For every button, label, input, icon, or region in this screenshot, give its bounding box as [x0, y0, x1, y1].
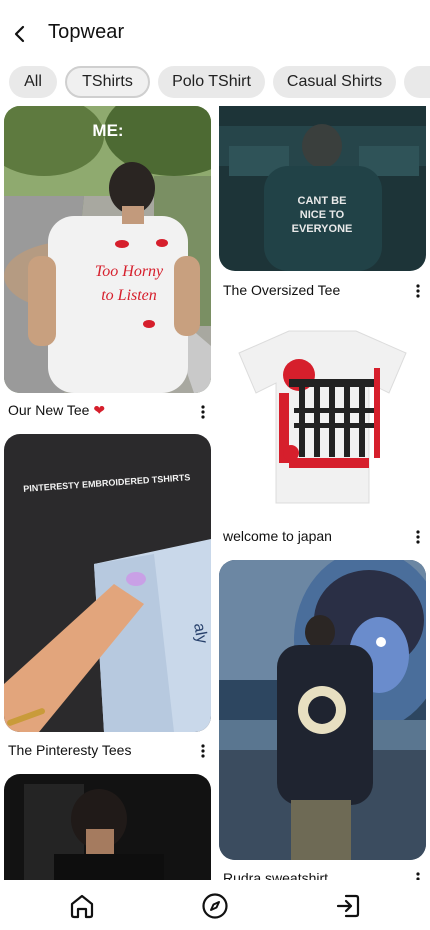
pinteresty-photo: PINTERESTY EMBROIDERED TSHIRTS aly — [4, 434, 211, 732]
pin-image[interactable]: Too Horny to Listen ME: — [4, 106, 211, 393]
pin-image[interactable]: PINTERESTY EMBROIDERED TSHIRTS aly — [4, 434, 211, 732]
back-button[interactable] — [8, 20, 32, 48]
pin-title: Rudra sweatshirt — [223, 870, 329, 880]
pin-card-oversized-tee[interactable]: CANT BE NICE TO EVERYONE The Oversized T… — [219, 106, 426, 301]
chip-casual-shirts[interactable]: Casual Shirts — [273, 66, 396, 98]
svg-text:aly: aly — [190, 622, 210, 645]
svg-text:CANT BE: CANT BE — [298, 195, 347, 207]
pin-title: welcome to japan — [223, 528, 332, 544]
pin-card-welcome-to-japan[interactable]: welcome to japan — [219, 313, 426, 551]
svg-text:EVERYONE: EVERYONE — [292, 223, 353, 235]
pin-title: The Oversized Tee — [223, 282, 341, 298]
chip-more[interactable] — [404, 66, 430, 98]
rudra-photo — [219, 560, 426, 860]
more-vertical-icon — [416, 872, 420, 880]
pin-image[interactable] — [4, 774, 211, 880]
more-vertical-icon — [416, 530, 420, 544]
sign-out-icon — [336, 894, 360, 918]
app-header: Topwear — [0, 0, 430, 64]
svg-text:Too Horny: Too Horny — [95, 263, 164, 280]
pin-title: The Pinteresty Tees — [8, 742, 132, 758]
pin-card-our-new-tee[interactable]: Too Horny to Listen ME: Our New Tee ❤ — [4, 106, 211, 426]
home-icon — [70, 894, 94, 919]
page-title: Topwear — [48, 21, 125, 43]
more-options-button[interactable] — [410, 871, 426, 880]
bottom-nav — [0, 880, 430, 930]
nav-logout[interactable] — [332, 890, 364, 922]
nav-home[interactable] — [66, 890, 98, 922]
chevron-left-icon — [14, 25, 25, 43]
more-vertical-icon — [201, 744, 205, 758]
more-vertical-icon — [416, 284, 420, 298]
pin-title: Our New Tee ❤ — [8, 402, 106, 418]
nav-explore[interactable] — [199, 890, 231, 922]
svg-text:to Listen: to Listen — [101, 287, 157, 304]
oversized-tee-photo: CANT BE NICE TO EVERYONE — [219, 106, 426, 271]
japan-tee-photo — [219, 313, 426, 518]
category-chips: All TShirts Polo TShirt Casual Shirts — [0, 66, 430, 98]
pin-card-pinteresty-tees[interactable]: PINTERESTY EMBROIDERED TSHIRTS aly The P… — [4, 434, 211, 764]
pin-feed: Too Horny to Listen ME: Our New Tee ❤ CA — [0, 106, 430, 880]
more-options-button[interactable] — [410, 283, 426, 299]
pin-image[interactable] — [219, 560, 426, 860]
more-options-button[interactable] — [195, 743, 211, 759]
pin-image[interactable]: CANT BE NICE TO EVERYONE — [219, 106, 426, 271]
pin-image[interactable] — [219, 313, 426, 518]
compass-icon — [202, 893, 228, 919]
partial-photo — [4, 774, 211, 880]
svg-text:ME:: ME: — [92, 121, 123, 140]
more-options-button[interactable] — [410, 529, 426, 545]
more-vertical-icon — [201, 405, 205, 419]
more-options-button[interactable] — [195, 404, 211, 420]
heart-emoji-icon: ❤ — [93, 402, 106, 418]
chip-all[interactable]: All — [9, 66, 57, 98]
pin-card-partial[interactable] — [4, 774, 211, 880]
pin-card-rudra-sweatshirt[interactable]: Rudra sweatshirt — [219, 560, 426, 880]
street-photo: Too Horny to Listen ME: — [4, 106, 211, 393]
chip-tshirts[interactable]: TShirts — [65, 66, 150, 98]
chip-polo-tshirt[interactable]: Polo TShirt — [158, 66, 265, 98]
svg-text:NICE TO: NICE TO — [300, 209, 345, 221]
